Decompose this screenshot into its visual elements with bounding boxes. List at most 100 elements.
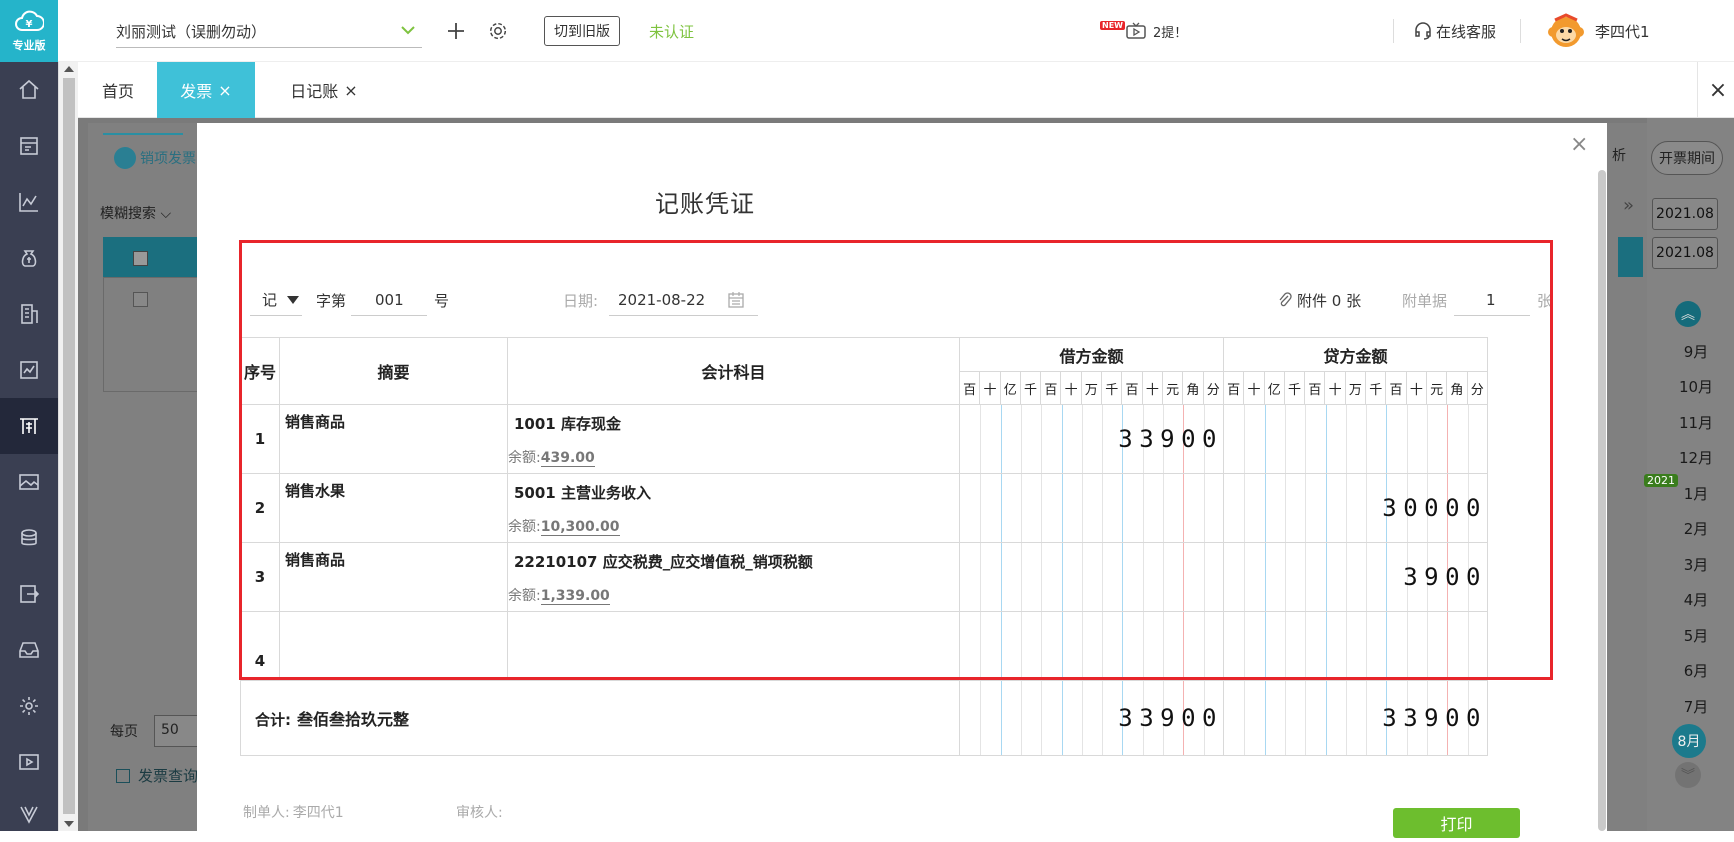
digit-unit-header: 万 — [1080, 371, 1103, 405]
account-name: 22210107 应交税费_应交增值税_销项税额 — [514, 553, 813, 571]
tab-label: 首页 — [101, 82, 134, 101]
account-cell[interactable]: 5001 主营业务收入 余额:10,300.00 — [507, 473, 960, 543]
export-icon[interactable] — [0, 566, 58, 622]
digit-unit-header: 万 — [1344, 371, 1367, 405]
switch-old-version-button[interactable]: 切到旧版 — [544, 0, 620, 62]
online-support[interactable]: 在线客服 — [1413, 0, 1496, 62]
user-menu[interactable]: 李四代1 — [1545, 0, 1650, 62]
v-logo-icon[interactable] — [0, 786, 58, 842]
per-page-select[interactable]: 50 — [154, 715, 198, 747]
summary-cell[interactable]: 销售商品 — [279, 542, 508, 612]
credit-cell[interactable] — [1223, 611, 1488, 681]
close-icon[interactable]: × — [218, 81, 231, 100]
modal-close-icon[interactable]: × — [1570, 132, 1588, 157]
user-name: 李四代1 — [1595, 22, 1650, 41]
partial-label: 析 — [1612, 148, 1626, 164]
section-title[interactable]: 销项发票 — [114, 147, 196, 169]
notice-area[interactable]: NEW 2提！ — [1100, 0, 1187, 62]
sidebar-scrollbar[interactable] — [58, 62, 78, 831]
sidebar: ¥ 专业版 — [0, 0, 58, 831]
row-seq: 4 — [240, 611, 280, 681]
credit-cell[interactable]: 3900 — [1223, 542, 1488, 612]
expand-icon[interactable]: » — [1623, 195, 1634, 216]
account-cell[interactable] — [507, 611, 960, 681]
month-item[interactable]: 1月 — [1672, 483, 1720, 504]
calendar-icon[interactable] — [727, 291, 745, 309]
invoice-period-button[interactable]: 开票期间 — [1651, 141, 1723, 175]
tab-invoice[interactable]: 发票 × — [157, 62, 255, 118]
credit-cell[interactable]: 30000 — [1223, 473, 1488, 543]
image-icon[interactable] — [0, 454, 58, 510]
print-button[interactable]: 打印 — [1393, 808, 1520, 838]
attachment-link[interactable]: 附件 0 张 — [1277, 284, 1361, 316]
col-seq: 序号 — [240, 337, 280, 405]
digit-unit-header: 元 — [1425, 371, 1448, 405]
month-item[interactable]: 11月 — [1672, 412, 1720, 433]
month-item[interactable]: 2月 — [1672, 518, 1720, 539]
month-item[interactable]: 6月 — [1672, 660, 1720, 681]
total-debit: 33900 — [1118, 704, 1223, 732]
date-input[interactable]: 2021-08-22 — [609, 284, 758, 316]
month-item[interactable]: 7月 — [1672, 696, 1720, 717]
debit-amount: 33900 — [1118, 425, 1223, 453]
period-start[interactable]: 2021.08 — [1652, 198, 1718, 230]
debit-cell[interactable] — [959, 611, 1224, 681]
summary-cell[interactable]: 销售商品 — [279, 404, 508, 474]
tab-bar: 首页 发票 × 日记账 × × — [78, 62, 1734, 118]
month-item-selected[interactable]: 8月 — [1672, 724, 1706, 758]
money-bag-icon[interactable] — [0, 230, 58, 286]
auth-status[interactable]: 未认证 — [649, 0, 694, 62]
voucher-row: 1 销售商品 1001 库存现金 余额:439.00 33900 — [240, 404, 1488, 474]
period-end[interactable]: 2021.08 — [1652, 237, 1718, 269]
chevron-down-circle-icon[interactable]: ︾ — [1675, 762, 1701, 788]
tab-home[interactable]: 首页 — [78, 62, 158, 118]
home-icon[interactable] — [0, 62, 58, 118]
tab-journal[interactable]: 日记账 × — [278, 62, 370, 118]
company-selector[interactable]: 刘丽测试（误删勿动） — [116, 16, 422, 48]
docs-count-input[interactable]: 1 — [1454, 284, 1530, 316]
summary-cell[interactable]: 销售水果 — [279, 473, 508, 543]
voucher-number-input[interactable]: 001 — [351, 284, 427, 316]
month-item[interactable]: 4月 — [1672, 589, 1720, 610]
month-item[interactable]: 5月 — [1672, 625, 1720, 646]
close-all-tabs-icon[interactable]: × — [1702, 62, 1734, 118]
gear-icon[interactable] — [0, 678, 58, 734]
month-item[interactable]: 3月 — [1672, 554, 1720, 575]
debit-cell[interactable] — [959, 542, 1224, 612]
debit-cell[interactable] — [959, 473, 1224, 543]
cloud-logo-icon: ¥ — [15, 10, 44, 31]
voucher-icon[interactable] — [0, 398, 58, 454]
total-debit-cell: 33900 — [959, 680, 1224, 756]
select-all-checkbox[interactable] — [133, 251, 148, 266]
modal-scrollbar[interactable] — [1598, 170, 1606, 831]
building-icon[interactable] — [0, 286, 58, 342]
month-item[interactable]: 12月 — [1672, 447, 1720, 468]
per-page-label: 每页 — [110, 724, 138, 740]
settings-gear-icon[interactable] — [487, 0, 509, 62]
digit-unit-header: 百 — [958, 371, 981, 405]
digit-unit-header: 千 — [1019, 371, 1042, 405]
voucher-word-select[interactable]: 记 — [250, 284, 302, 316]
account-cell[interactable]: 22210107 应交税费_应交增值税_销项税额 余额:1,339.00 — [507, 542, 960, 612]
paperclip-icon — [1279, 292, 1292, 307]
invoice-icon[interactable] — [0, 118, 58, 174]
credit-cell[interactable] — [1223, 404, 1488, 474]
app-logo[interactable]: ¥ 专业版 — [0, 0, 58, 62]
month-item[interactable]: 9月 — [1672, 341, 1720, 362]
coins-icon[interactable] — [0, 510, 58, 566]
reviewer-label: 审核人: — [456, 805, 503, 821]
report-icon[interactable] — [0, 342, 58, 398]
chevron-up-icon[interactable]: ︽ — [1675, 301, 1701, 327]
add-icon[interactable] — [446, 0, 466, 62]
video-icon[interactable] — [0, 734, 58, 790]
invoice-query-link[interactable]: 发票查询 — [116, 765, 198, 786]
chevron-down-icon — [401, 26, 415, 35]
close-icon[interactable]: × — [344, 81, 357, 100]
digit-unit-header: 百 — [1121, 371, 1143, 405]
inbox-icon[interactable] — [0, 622, 58, 678]
col-summary: 摘要 — [279, 337, 508, 405]
debit-cell[interactable]: 33900 — [959, 404, 1224, 474]
month-item[interactable]: 10月 — [1672, 376, 1720, 397]
summary-cell[interactable] — [279, 611, 508, 681]
account-cell[interactable]: 1001 库存现金 余额:439.00 — [507, 404, 960, 474]
